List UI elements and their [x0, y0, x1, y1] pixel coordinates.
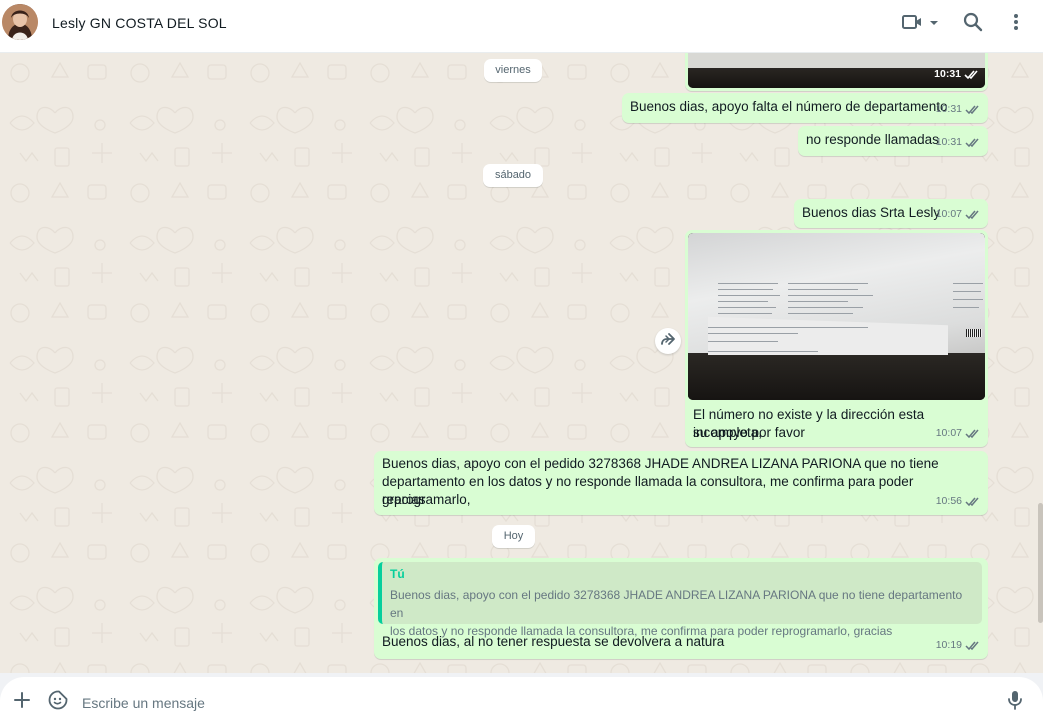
search-button[interactable]	[960, 10, 986, 38]
quoted-text-line: Buenos dias, apoyo con el pedido 3278368…	[390, 588, 963, 620]
message-text: no responde llamadas	[806, 132, 939, 147]
attach-button[interactable]	[10, 690, 34, 714]
message-meta: 10:31	[936, 133, 981, 151]
date-chip: Hoy	[492, 525, 535, 548]
message-text: Buenos dias Srta Lesly	[802, 205, 941, 220]
date-chip: viernes	[484, 59, 542, 82]
message-text-line: departamento en los datos y no responde …	[382, 474, 914, 507]
quoted-author: Tú	[390, 567, 405, 581]
read-receipt-icon	[965, 640, 981, 651]
sticker-button[interactable]	[46, 690, 70, 714]
reply-message[interactable]: Tú Buenos dias, apoyo con el pedido 3278…	[374, 558, 988, 659]
forward-icon	[660, 332, 676, 351]
sticker-icon	[48, 690, 68, 715]
read-receipt-icon	[964, 69, 980, 80]
message-meta: 10:07	[936, 424, 981, 442]
image-message[interactable]: 10:31	[685, 53, 988, 91]
chat-panel[interactable]: 10:31 viernes Buenos dias, apoyo falta e…	[0, 53, 1043, 673]
chevron-down-icon	[929, 15, 939, 33]
image-caption-message[interactable]: El número no existe y la dirección esta …	[685, 230, 988, 447]
voice-message-button[interactable]	[1003, 690, 1027, 714]
read-receipt-icon	[965, 137, 981, 148]
scrollbar[interactable]	[1038, 503, 1043, 623]
message-bubble[interactable]: no responde llamadas 10:31	[798, 126, 988, 156]
menu-button[interactable]	[1006, 10, 1026, 38]
chat-header: Lesly GN COSTA DEL SOL	[0, 0, 1043, 53]
composer	[0, 673, 1043, 723]
video-call-button[interactable]	[898, 10, 942, 38]
message-time: 10:56	[935, 495, 962, 507]
message-bubble[interactable]: Buenos dias, apoyo con el pedido 3278368…	[374, 451, 988, 515]
message-time: 10:31	[935, 136, 962, 148]
message-time: 10:07	[935, 208, 962, 220]
message-meta: 10:56	[936, 492, 981, 510]
message-meta: 10:07	[936, 205, 981, 223]
message-caption: su apoyo por favor	[693, 425, 805, 440]
read-receipt-icon	[965, 104, 981, 115]
photo-thumbnail[interactable]	[688, 233, 985, 400]
read-receipt-icon	[965, 428, 981, 439]
contact-avatar[interactable]	[2, 4, 38, 40]
message-text-line: Buenos dias, apoyo con el pedido 3278368…	[382, 456, 939, 471]
message-time: 10:07	[935, 427, 962, 439]
message-bubble[interactable]: Buenos dias, apoyo falta el número de de…	[622, 93, 988, 123]
menu-dots-icon	[1013, 13, 1019, 36]
message-time: 10:31	[934, 68, 961, 80]
message-text-line: gracias	[382, 492, 426, 507]
read-receipt-icon	[965, 209, 981, 220]
message-text: Buenos dias, al no tener respuesta se de…	[382, 634, 725, 649]
message-meta: 10:19	[936, 636, 981, 654]
search-icon	[963, 12, 983, 37]
message-bubble[interactable]: Buenos dias Srta Lesly 10:07	[794, 199, 988, 228]
microphone-icon	[1007, 690, 1023, 715]
forward-button[interactable]	[655, 328, 681, 354]
message-text: Buenos dias, apoyo falta el número de de…	[630, 99, 948, 114]
message-meta: 10:31	[936, 100, 981, 118]
video-call-icon	[901, 13, 923, 36]
plus-icon	[13, 691, 31, 714]
read-receipt-icon	[965, 496, 981, 507]
message-time: 10:19	[935, 639, 962, 651]
date-chip: sábado	[483, 164, 543, 187]
composer-bar	[0, 677, 1043, 723]
contact-name[interactable]: Lesly GN COSTA DEL SOL	[52, 15, 227, 31]
message-input[interactable]	[80, 689, 984, 717]
quoted-message[interactable]: Tú Buenos dias, apoyo con el pedido 3278…	[378, 562, 982, 638]
message-meta: 10:31	[934, 65, 980, 83]
message-time: 10:31	[935, 103, 962, 115]
